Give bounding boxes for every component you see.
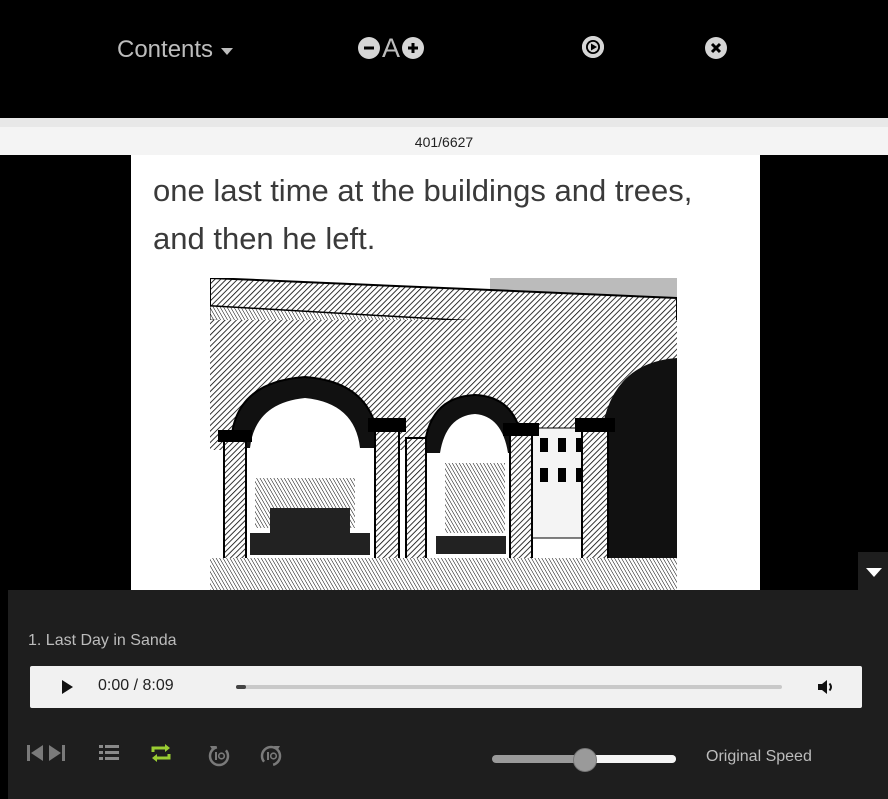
progress-bar[interactable] <box>236 685 782 689</box>
play-icon[interactable] <box>62 680 73 694</box>
book-page: one last time at the buildings and trees… <box>131 155 760 590</box>
playlist-icon[interactable] <box>98 742 120 769</box>
speed-slider[interactable] <box>492 748 676 772</box>
contents-dropdown-button[interactable]: Contents <box>117 36 234 64</box>
reader-toolbar: Contents A <box>0 0 888 118</box>
audio-panel: 1. Last Day in Sanda 0:00 / 8:09 Origina… <box>8 590 888 799</box>
rewind-10-icon[interactable] <box>206 742 232 773</box>
skip-previous-icon[interactable] <box>26 742 44 769</box>
skip-next-icon[interactable] <box>48 742 66 769</box>
playback-controls: Original Speed <box>8 730 888 780</box>
page-text: one last time at the buildings and trees… <box>153 167 692 263</box>
track-title: 1. Last Day in Sanda <box>28 632 177 649</box>
caret-down-icon <box>221 47 234 55</box>
audio-player: 0:00 / 8:09 <box>30 666 862 708</box>
font-size-controls: A <box>358 33 425 63</box>
forward-10-icon[interactable] <box>258 742 284 773</box>
page-text-line: one last time at the buildings and trees… <box>153 173 693 208</box>
repeat-icon[interactable] <box>150 742 172 769</box>
collapse-arrow-icon[interactable] <box>858 552 888 592</box>
volume-icon[interactable] <box>817 678 835 701</box>
contents-label: Contents <box>117 36 214 63</box>
speed-slider-knob[interactable] <box>573 748 597 772</box>
zoom-out-icon[interactable] <box>358 37 380 59</box>
play-circle-icon[interactable] <box>582 36 604 58</box>
time-display: 0:00 / 8:09 <box>98 677 174 694</box>
page-text-line: and then he left. <box>153 221 376 256</box>
toolbar-divider <box>0 118 888 127</box>
close-icon[interactable] <box>705 37 727 59</box>
speed-slider-fill <box>584 755 676 763</box>
font-size-label: A <box>382 33 401 63</box>
progress-fill <box>236 685 246 689</box>
arcade-illustration <box>210 278 677 590</box>
zoom-in-icon[interactable] <box>402 37 425 59</box>
speed-label: Original Speed <box>706 748 812 765</box>
page-counter: 401/6627 <box>414 134 474 150</box>
